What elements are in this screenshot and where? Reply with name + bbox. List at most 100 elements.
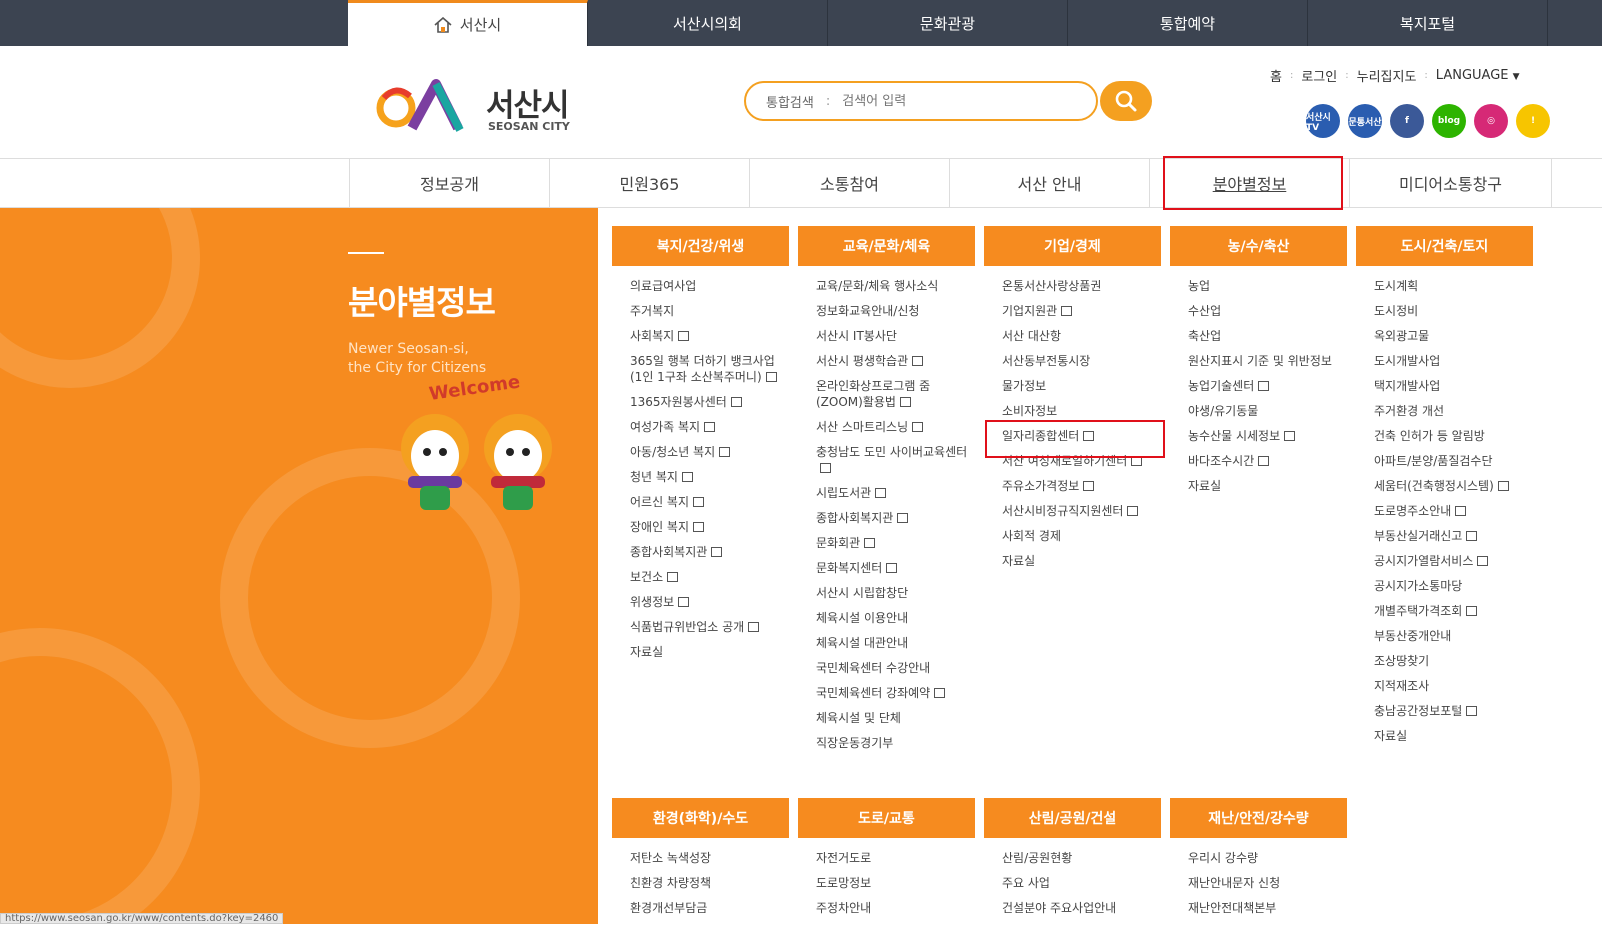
nav-info-disclosure[interactable]: 정보공개: [349, 159, 549, 207]
menu-link[interactable]: 부동산중개안내: [1374, 628, 1527, 644]
menu-link[interactable]: 문화복지센터: [816, 560, 969, 576]
menu-link[interactable]: 부동산실거래신고: [1374, 528, 1527, 544]
menu-link[interactable]: 종합사회복지관: [630, 544, 783, 560]
tab-reservation[interactable]: 통합예약: [1068, 0, 1308, 46]
menu-link[interactable]: 아동/청소년 복지: [630, 444, 783, 460]
menu-link[interactable]: 산림/공원현황: [1002, 850, 1155, 866]
category-header[interactable]: 기업/경제: [984, 226, 1161, 266]
tab-tourism[interactable]: 문화관광: [828, 0, 1068, 46]
menu-link[interactable]: 체육시설 대관안내: [816, 635, 969, 651]
menu-link[interactable]: 택지개발사업: [1374, 378, 1527, 394]
seosan-hub-icon[interactable]: 문통서산: [1348, 104, 1382, 138]
menu-link[interactable]: 지적재조사: [1374, 678, 1527, 694]
menu-link[interactable]: 위생정보: [630, 594, 783, 610]
menu-link[interactable]: 서산동부전통시장: [1002, 353, 1155, 369]
menu-link[interactable]: 공시지가소통마당: [1374, 578, 1527, 594]
menu-link[interactable]: 문화회관: [816, 535, 969, 551]
menu-link[interactable]: 주유소가격정보: [1002, 478, 1155, 494]
instagram-icon[interactable]: ◎: [1474, 104, 1508, 138]
kakao-icon[interactable]: !: [1516, 104, 1550, 138]
home-link[interactable]: 홈: [1270, 66, 1282, 85]
menu-link[interactable]: 서산시 평생학습관: [816, 353, 969, 369]
menu-link[interactable]: 저탄소 녹색성장: [630, 850, 783, 866]
menu-link[interactable]: 농수산물 시세정보: [1188, 428, 1341, 444]
menu-link[interactable]: 도로명주소안내: [1374, 503, 1527, 519]
menu-link[interactable]: 축산업: [1188, 328, 1341, 344]
menu-link[interactable]: 세움터(건축행정시스템): [1374, 478, 1527, 494]
menu-link[interactable]: 서산 대산항: [1002, 328, 1155, 344]
menu-link[interactable]: 바다조수시간: [1188, 453, 1341, 469]
menu-link[interactable]: 종합사회복지관: [816, 510, 969, 526]
blog-icon[interactable]: blog: [1432, 104, 1466, 138]
menu-link[interactable]: 도로망정보: [816, 875, 969, 891]
menu-link[interactable]: 친환경 차량정책: [630, 875, 783, 891]
menu-link[interactable]: 소비자정보: [1002, 403, 1155, 419]
nav-civil-service[interactable]: 민원365: [549, 159, 749, 207]
nav-field-info[interactable]: 분야별정보: [1149, 159, 1349, 207]
menu-link[interactable]: 우리시 강수량: [1188, 850, 1341, 866]
menu-link[interactable]: 수산업: [1188, 303, 1341, 319]
category-header[interactable]: 도시/건축/토지: [1356, 226, 1533, 266]
menu-link[interactable]: 도시정비: [1374, 303, 1527, 319]
menu-link[interactable]: 도시개발사업: [1374, 353, 1527, 369]
menu-link[interactable]: 1365자원봉사센터: [630, 394, 783, 410]
sitemap-link[interactable]: 누리집지도: [1357, 66, 1417, 85]
facebook-icon[interactable]: f: [1390, 104, 1424, 138]
menu-link[interactable]: 서산시비정규직지원센터: [1002, 503, 1155, 519]
search-button[interactable]: [1100, 81, 1152, 121]
site-logo[interactable]: 서산시 SEOSAN CITY: [376, 76, 576, 136]
menu-link[interactable]: 서산 스마트리스닝: [816, 419, 969, 435]
category-header[interactable]: 도로/교통: [798, 798, 975, 838]
menu-link[interactable]: 장애인 복지: [630, 519, 783, 535]
login-link[interactable]: 로그인: [1301, 66, 1337, 85]
menu-link[interactable]: 청년 복지: [630, 469, 783, 485]
menu-link[interactable]: 기업지원관: [1002, 303, 1155, 319]
menu-link[interactable]: 서산 여성새로일하기센터: [1002, 453, 1155, 469]
menu-link[interactable]: 충청남도 도민 사이버교육센터: [816, 444, 969, 476]
menu-link[interactable]: 체육시설 및 단체: [816, 710, 969, 726]
menu-link[interactable]: 보건소: [630, 569, 783, 585]
nav-media[interactable]: 미디어소통창구: [1349, 159, 1552, 207]
category-header[interactable]: 농/수/축산: [1170, 226, 1347, 266]
menu-link[interactable]: 어르신 복지: [630, 494, 783, 510]
category-header[interactable]: 재난/안전/강수량: [1170, 798, 1347, 838]
menu-link[interactable]: 의료급여사업: [630, 278, 783, 294]
menu-link[interactable]: 주정차안내: [816, 900, 969, 916]
menu-link[interactable]: 원산지표시 기준 및 위반정보: [1188, 353, 1341, 369]
menu-link[interactable]: 농업: [1188, 278, 1341, 294]
menu-link[interactable]: 직장운동경기부: [816, 735, 969, 751]
menu-link[interactable]: 자전거도로: [816, 850, 969, 866]
menu-link[interactable]: 시립도서관: [816, 485, 969, 501]
menu-link[interactable]: 야생/유기동물: [1188, 403, 1341, 419]
menu-link[interactable]: 자료실: [630, 644, 783, 660]
menu-link[interactable]: 서산시 IT봉사단: [816, 328, 969, 344]
menu-link[interactable]: 국민체육센터 강좌예약: [816, 685, 969, 701]
menu-link[interactable]: 개별주택가격조회: [1374, 603, 1527, 619]
menu-link[interactable]: 체육시설 이용안내: [816, 610, 969, 626]
tab-welfare[interactable]: 복지포털: [1308, 0, 1548, 46]
menu-link[interactable]: 옥외광고물: [1374, 328, 1527, 344]
menu-link[interactable]: 식품법규위반업소 공개: [630, 619, 783, 635]
language-dropdown[interactable]: LANGUAGE ▼: [1436, 68, 1520, 83]
seosan-tv-icon[interactable]: 서산시TV: [1306, 104, 1340, 138]
menu-link[interactable]: 아파트/분양/품질검수단: [1374, 453, 1527, 469]
menu-link[interactable]: 건축 인허가 등 알림방: [1374, 428, 1527, 444]
menu-link[interactable]: 농업기술센터: [1188, 378, 1341, 394]
menu-link[interactable]: 365일 행복 더하기 뱅크사업(1인 1구좌 소산복주머니): [630, 353, 783, 385]
nav-participation[interactable]: 소통참여: [749, 159, 949, 207]
menu-link[interactable]: 여성가족 복지: [630, 419, 783, 435]
category-header[interactable]: 산림/공원/건설: [984, 798, 1161, 838]
menu-link[interactable]: 사회복지: [630, 328, 783, 344]
menu-link[interactable]: 환경개선부담금: [630, 900, 783, 916]
menu-link[interactable]: 자료실: [1002, 553, 1155, 569]
menu-link[interactable]: 건설분야 주요사업안내: [1002, 900, 1155, 916]
menu-link[interactable]: 도시계획: [1374, 278, 1527, 294]
menu-link[interactable]: 교육/문화/체육 행사소식: [816, 278, 969, 294]
menu-link[interactable]: 충남공간정보포털: [1374, 703, 1527, 719]
menu-link[interactable]: 재난안내문자 신청: [1188, 875, 1341, 891]
menu-link[interactable]: 주요 사업: [1002, 875, 1155, 891]
category-header[interactable]: 환경(화학)/수도: [612, 798, 789, 838]
nav-seosan-guide[interactable]: 서산 안내: [949, 159, 1149, 207]
menu-link[interactable]: 조상땅찾기: [1374, 653, 1527, 669]
tab-council[interactable]: 서산시의회: [588, 0, 828, 46]
